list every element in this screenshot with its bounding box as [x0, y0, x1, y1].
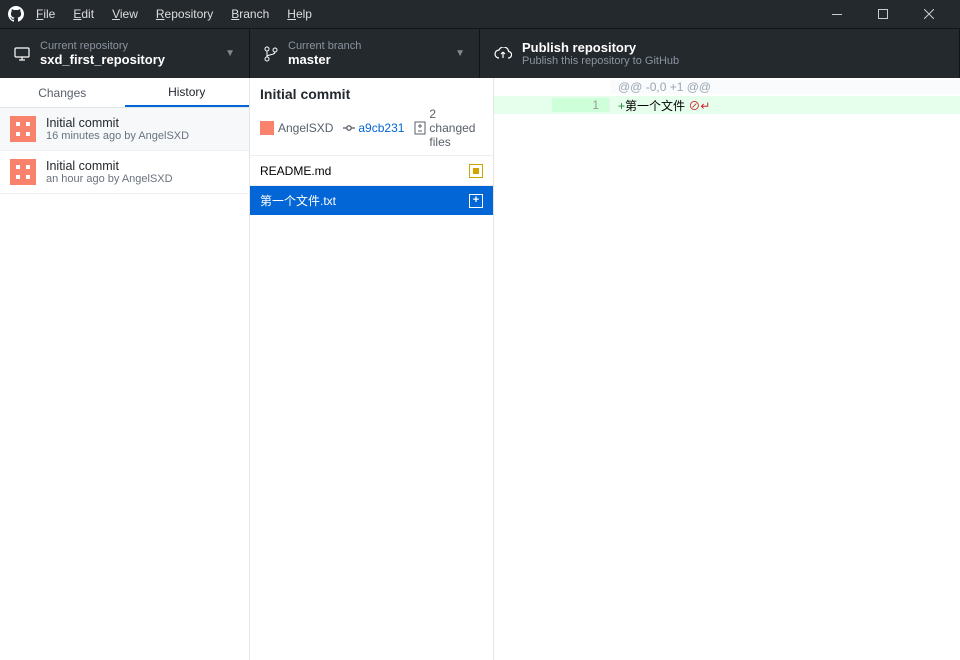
commit-detail-panel: Initial commit AngelSXD a9cb231 2 change… [250, 78, 494, 660]
current-repository-dropdown[interactable]: Current repository sxd_first_repository … [0, 29, 250, 78]
repo-label: Current repository [40, 40, 165, 52]
avatar-icon [260, 121, 274, 135]
file-row[interactable]: 第一个文件.txt + [250, 185, 493, 215]
menu-bar: File Edit View Repository Branch Help [36, 7, 312, 21]
diff-viewer: @@ -0,0 +1 @@ 1 +第一个文件 ⊘↵ [494, 78, 960, 660]
branch-value: master [288, 52, 361, 67]
left-sidebar: Changes History Initial commit 16 minute… [0, 78, 250, 660]
file-name: 第一个文件.txt [260, 192, 336, 209]
commit-meta: an hour ago by AngelSXD [46, 173, 173, 185]
close-button[interactable] [906, 0, 952, 28]
publish-label: Publish repository [522, 40, 679, 55]
commit-list: Initial commit 16 minutes ago by AngelSX… [0, 108, 249, 660]
menu-help[interactable]: Help [287, 7, 312, 21]
menu-file[interactable]: File [36, 7, 55, 21]
avatar-icon [10, 159, 36, 185]
commit-title: Initial commit [46, 159, 173, 173]
monitor-icon [14, 47, 30, 61]
commit-sha[interactable]: a9cb231 [358, 121, 404, 135]
toolbar: Current repository sxd_first_repository … [0, 28, 960, 78]
cloud-upload-icon [494, 47, 512, 61]
window-controls [814, 0, 952, 28]
commit-detail-title: Initial commit [260, 86, 483, 102]
file-row[interactable]: README.md [250, 155, 493, 185]
changed-files-count: 2 changed files [429, 107, 483, 149]
maximize-button[interactable] [860, 0, 906, 28]
menu-repository[interactable]: Repository [156, 7, 213, 21]
commit-title: Initial commit [46, 116, 189, 130]
minimize-button[interactable] [814, 0, 860, 28]
chevron-down-icon: ▼ [225, 48, 235, 59]
added-badge-icon: + [469, 194, 483, 208]
diff-line-added: 1 +第一个文件 ⊘↵ [494, 96, 960, 114]
git-commit-icon [343, 124, 355, 132]
current-branch-dropdown[interactable]: Current branch master ▼ [250, 29, 480, 78]
titlebar: File Edit View Repository Branch Help [0, 0, 960, 28]
diff-icon [414, 121, 426, 135]
git-branch-icon [264, 46, 278, 62]
menu-view[interactable]: View [112, 7, 138, 21]
commit-author: AngelSXD [278, 121, 333, 135]
github-logo-icon [8, 6, 24, 22]
menu-branch[interactable]: Branch [231, 7, 269, 21]
tab-changes[interactable]: Changes [0, 78, 125, 107]
publish-repository-button[interactable]: Publish repository Publish this reposito… [480, 29, 960, 78]
modified-badge-icon [469, 164, 483, 178]
no-newline-icon: ⊘↵ [688, 99, 710, 113]
branch-label: Current branch [288, 40, 361, 52]
commit-meta: 16 minutes ago by AngelSXD [46, 130, 189, 142]
menu-edit[interactable]: Edit [73, 7, 94, 21]
diff-hunk-header: @@ -0,0 +1 @@ [494, 78, 960, 96]
commit-row[interactable]: Initial commit 16 minutes ago by AngelSX… [0, 108, 249, 151]
publish-desc: Publish this repository to GitHub [522, 55, 679, 67]
chevron-down-icon: ▼ [455, 48, 465, 59]
repo-value: sxd_first_repository [40, 52, 165, 67]
changed-files-list: README.md 第一个文件.txt + [250, 155, 493, 215]
file-name: README.md [260, 164, 331, 178]
tab-history[interactable]: History [125, 78, 250, 107]
commit-row[interactable]: Initial commit an hour ago by AngelSXD [0, 151, 249, 194]
avatar-icon [10, 116, 36, 142]
